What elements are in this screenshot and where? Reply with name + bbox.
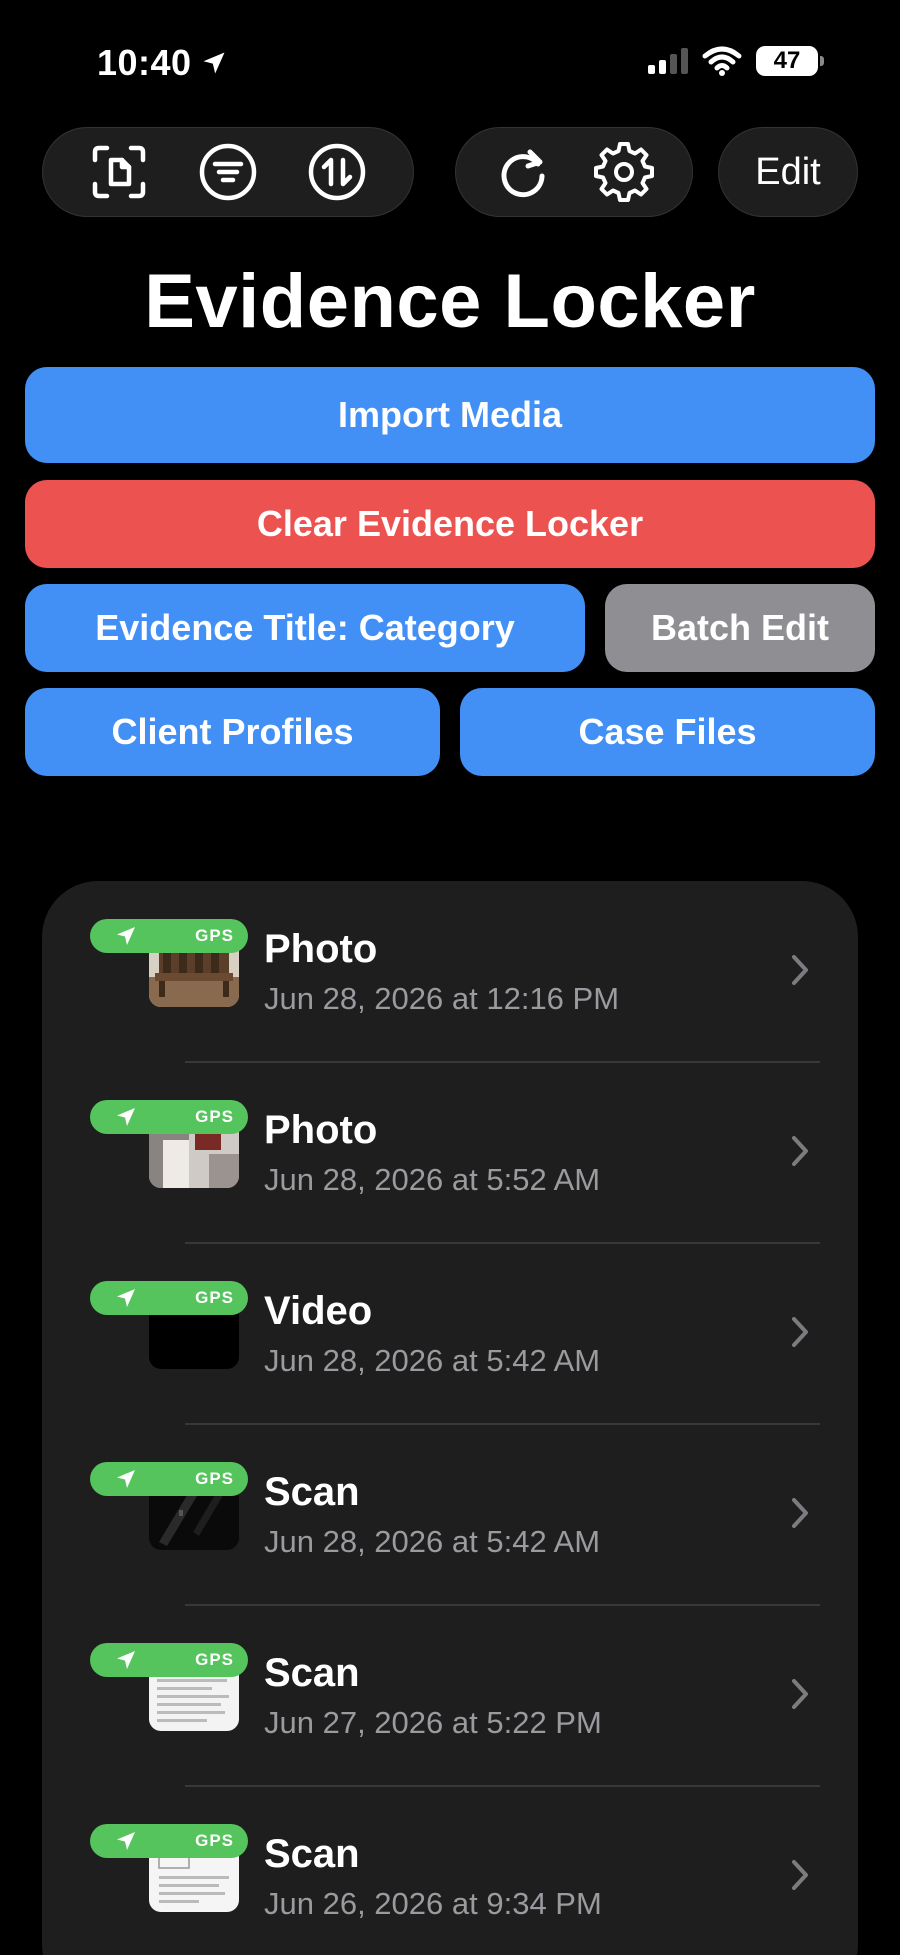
location-arrow-icon — [117, 1470, 135, 1488]
location-arrow-icon — [117, 1832, 135, 1850]
gps-label: GPS — [195, 926, 234, 945]
sort-icon[interactable] — [305, 140, 369, 204]
evidence-row[interactable]: GPS Scan Jun 26, 2026 at 9:34 PM — [42, 1786, 858, 1955]
chevron-right-icon — [792, 1679, 808, 1709]
evidence-list: GPS Photo Jun 28, 2026 at 12:16 PM GPS Photo… — [42, 881, 858, 1955]
gps-label: GPS — [195, 1831, 234, 1850]
batch-edit-button[interactable]: Batch Edit — [605, 584, 875, 672]
gps-badge: GPS — [90, 1824, 248, 1858]
cellular-signal-icon — [648, 48, 688, 74]
toolbar-mid-group — [455, 127, 693, 217]
evidence-title: Photo — [264, 1108, 378, 1152]
page-title: Evidence Locker — [144, 259, 756, 344]
location-arrow-icon — [117, 1108, 135, 1126]
evidence-date: Jun 28, 2026 at 5:42 AM — [264, 1343, 601, 1378]
evidence-title: Photo — [264, 927, 378, 971]
gps-badge: GPS — [90, 1462, 248, 1496]
chevron-right-icon — [792, 955, 808, 985]
gear-icon[interactable] — [592, 140, 656, 204]
refresh-icon[interactable] — [492, 140, 556, 204]
evidence-row[interactable]: GPS Photo Jun 28, 2026 at 5:52 AM — [42, 1062, 858, 1243]
location-arrow-icon — [203, 52, 225, 74]
gps-badge: GPS — [90, 919, 248, 953]
import-media-button[interactable]: Import Media — [25, 367, 875, 463]
evidence-date: Jun 26, 2026 at 9:34 PM — [264, 1886, 602, 1921]
status-time: 10:40 — [97, 42, 228, 84]
evidence-row[interactable]: GPS Photo Jun 28, 2026 at 12:16 PM — [42, 881, 858, 1062]
document-scan-icon[interactable] — [87, 140, 151, 204]
gps-badge: GPS — [90, 1643, 248, 1677]
battery-icon: 47 — [756, 46, 824, 76]
gps-label: GPS — [195, 1107, 234, 1126]
toolbar-left-group — [42, 127, 414, 217]
edit-label: Edit — [755, 150, 821, 193]
wifi-icon — [702, 46, 742, 76]
evidence-date: Jun 28, 2026 at 5:42 AM — [264, 1524, 601, 1559]
edit-button[interactable]: Edit — [718, 127, 858, 217]
evidence-title: Scan — [264, 1470, 360, 1514]
case-files-button[interactable]: Case Files — [460, 688, 875, 776]
location-arrow-icon — [117, 1651, 135, 1669]
location-arrow-icon — [117, 927, 135, 945]
chevron-right-icon — [792, 1498, 808, 1528]
evidence-title: Scan — [264, 1651, 360, 1695]
gps-label: GPS — [195, 1650, 234, 1669]
chevron-right-icon — [792, 1317, 808, 1347]
client-profiles-button[interactable]: Client Profiles — [25, 688, 440, 776]
gps-label: GPS — [195, 1288, 234, 1307]
evidence-row[interactable]: GPS Scan Jun 28, 2026 at 5:42 AM — [42, 1424, 858, 1605]
evidence-row[interactable]: GPS Scan Jun 27, 2026 at 5:22 PM — [42, 1605, 858, 1786]
evidence-date: Jun 28, 2026 at 12:16 PM — [264, 981, 620, 1016]
evidence-date: Jun 27, 2026 at 5:22 PM — [264, 1705, 602, 1740]
gps-badge: GPS — [90, 1281, 248, 1315]
evidence-row[interactable]: GPS Video Jun 28, 2026 at 5:42 AM — [42, 1243, 858, 1424]
battery-level: 47 — [773, 47, 801, 74]
filter-icon[interactable] — [196, 140, 260, 204]
evidence-title: Scan — [264, 1832, 360, 1876]
chevron-right-icon — [792, 1860, 808, 1890]
evidence-date: Jun 28, 2026 at 5:52 AM — [264, 1162, 601, 1197]
evidence-title: Video — [264, 1289, 373, 1333]
chevron-right-icon — [792, 1136, 808, 1166]
evidence-title-button[interactable]: Evidence Title: Category — [25, 584, 585, 672]
location-arrow-icon — [117, 1289, 135, 1307]
clear-evidence-locker-button[interactable]: Clear Evidence Locker — [25, 480, 875, 568]
gps-badge: GPS — [90, 1100, 248, 1134]
status-bar: 10:40 47 — [0, 0, 900, 120]
status-indicators: 47 — [648, 46, 824, 76]
gps-label: GPS — [195, 1469, 234, 1488]
time-label: 10:40 — [97, 42, 192, 83]
